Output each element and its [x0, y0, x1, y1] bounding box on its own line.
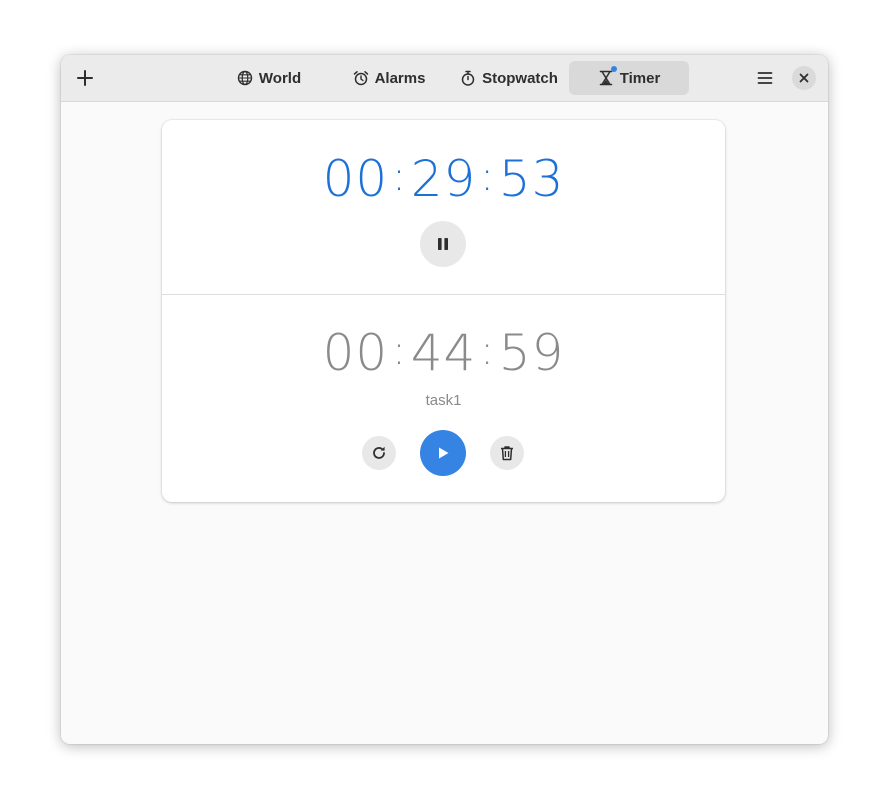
view-switcher: World Alarms Stopwatch Timer: [209, 61, 689, 95]
clocks-window: World Alarms Stopwatch Timer 00:29:53 …: [61, 55, 828, 744]
main-menu-button[interactable]: [749, 62, 781, 94]
time-separator: :: [392, 154, 407, 200]
timer-active-indicator: [611, 66, 617, 72]
timer-row-running: 00:29:53: [162, 120, 725, 295]
pause-button[interactable]: [420, 221, 466, 267]
hamburger-menu-icon: [757, 72, 773, 84]
tab-timer-label: Timer: [619, 69, 661, 87]
running-hours: 00: [322, 150, 389, 208]
timers-list: 00:29:53 00:44:59 task1: [162, 120, 725, 502]
paused-minutes: 44: [410, 324, 477, 382]
tab-alarms[interactable]: Alarms: [329, 61, 449, 95]
stopwatch-icon: [460, 70, 476, 86]
running-timer-countdown: 00:29:53: [162, 150, 725, 208]
time-separator: :: [480, 154, 495, 200]
pause-icon: [438, 238, 448, 250]
reset-button[interactable]: [362, 436, 396, 470]
running-minutes: 29: [410, 150, 477, 208]
add-timer-button[interactable]: [69, 62, 101, 94]
close-icon: [799, 73, 809, 83]
hourglass-icon: [598, 70, 614, 86]
paused-seconds: 59: [498, 324, 565, 382]
paused-timer-countdown: 00:44:59: [162, 324, 725, 382]
tab-stopwatch-label: Stopwatch: [482, 69, 558, 87]
reset-icon: [373, 446, 385, 459]
headerbar: World Alarms Stopwatch Timer: [61, 55, 828, 102]
tab-world-label: World: [258, 69, 302, 87]
tab-world[interactable]: World: [209, 61, 329, 95]
play-icon: [439, 447, 449, 459]
delete-button[interactable]: [490, 436, 524, 470]
globe-icon: [237, 70, 253, 86]
running-seconds: 53: [498, 150, 565, 208]
alarm-clock-icon: [353, 70, 369, 86]
tab-stopwatch[interactable]: Stopwatch: [449, 61, 569, 95]
plus-icon: [77, 70, 93, 86]
start-button[interactable]: [420, 430, 466, 476]
timer-name-label: task1: [425, 392, 462, 409]
time-separator: :: [480, 328, 495, 374]
paused-hours: 00: [322, 324, 389, 382]
trash-icon: [501, 446, 513, 461]
time-separator: :: [392, 328, 407, 374]
tab-alarms-label: Alarms: [374, 69, 426, 87]
close-window-button[interactable]: [792, 66, 816, 90]
tab-timer[interactable]: Timer: [569, 61, 689, 95]
